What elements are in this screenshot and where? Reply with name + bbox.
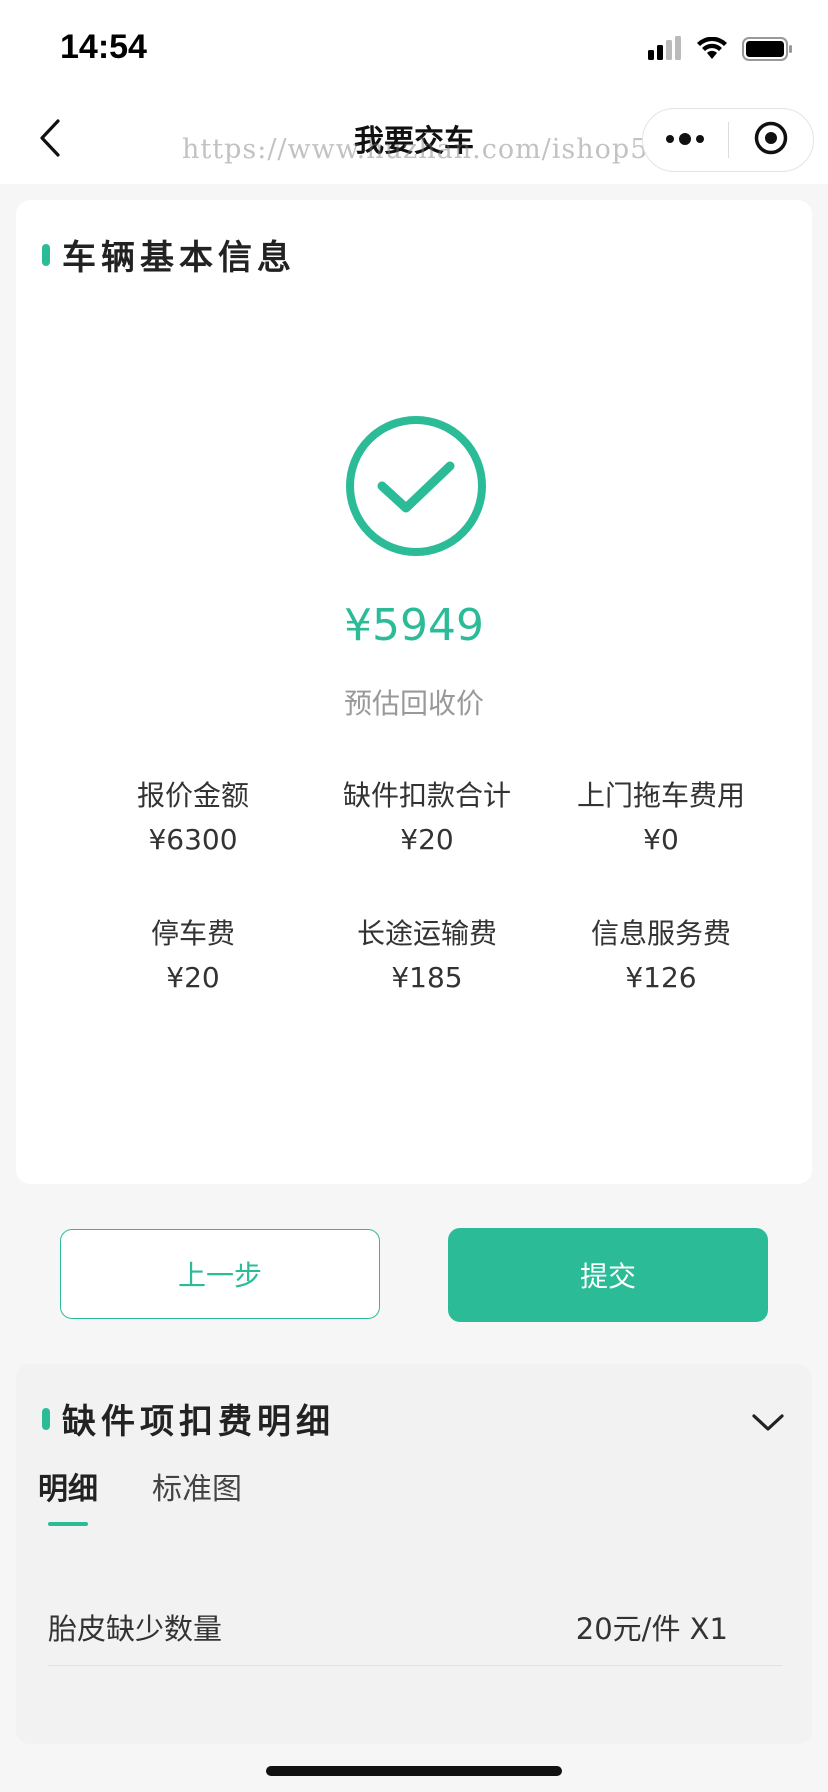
vehicle-info-header: 车辆基本信息 bbox=[42, 230, 296, 279]
status-time: 14:54 bbox=[60, 28, 147, 66]
status-icons bbox=[648, 36, 794, 66]
section-accent-mark bbox=[42, 1407, 50, 1430]
section-title: 车辆基本信息 bbox=[62, 238, 296, 278]
list-item: 胎皮缺少数量 20元/件 X1 bbox=[48, 1594, 782, 1666]
fee-item: 长途运输费 ¥185 bbox=[310, 914, 544, 1002]
fee-item: 上门拖车费用 ¥0 bbox=[544, 776, 778, 864]
fee-item: 缺件扣款合计 ¥20 bbox=[310, 776, 544, 864]
expand-toggle[interactable] bbox=[750, 1404, 786, 1440]
fee-label: 上门拖车费用 bbox=[576, 779, 745, 812]
defect-price: 20元/件 X1 bbox=[575, 1611, 728, 1646]
fee-value: ¥20 bbox=[166, 961, 220, 994]
fee-grid: 报价金额 ¥6300 缺件扣款合计 ¥20 上门拖车费用 ¥0 停车费 ¥20 … bbox=[76, 776, 778, 1002]
mini-program-capsule bbox=[642, 108, 814, 172]
fee-label: 停车费 bbox=[150, 917, 235, 950]
target-circle-icon bbox=[753, 120, 789, 160]
battery-icon bbox=[742, 36, 794, 66]
fee-value: ¥6300 bbox=[148, 823, 238, 856]
fee-label: 报价金额 bbox=[136, 779, 249, 812]
fee-item: 信息服务费 ¥126 bbox=[544, 914, 778, 1002]
nav-bar: 我要交车 https://www.huzhan.com/ishop50509 bbox=[0, 96, 828, 184]
status-bar: 14:54 bbox=[0, 0, 828, 96]
section-accent-mark bbox=[42, 243, 50, 266]
home-indicator bbox=[266, 1766, 562, 1776]
close-mini-program-button[interactable] bbox=[729, 108, 814, 172]
estimated-price: ¥5949 bbox=[344, 600, 484, 651]
fee-value: ¥185 bbox=[391, 961, 463, 994]
chevron-down-icon bbox=[750, 1414, 786, 1444]
fee-item: 报价金额 ¥6300 bbox=[76, 776, 310, 864]
more-button[interactable] bbox=[643, 108, 728, 172]
success-check-icon bbox=[344, 414, 488, 558]
fee-label: 长途运输费 bbox=[356, 917, 497, 950]
estimated-price-label: 预估回收价 bbox=[343, 687, 484, 720]
tab-detail[interactable]: 明细 bbox=[38, 1464, 98, 1526]
more-dots-icon bbox=[664, 131, 706, 150]
watermark-text: https://www.huzhan.com/ishop50509 bbox=[182, 134, 722, 165]
defect-tabs: 明细 标准图 bbox=[38, 1464, 242, 1526]
cellular-signal-icon bbox=[648, 36, 682, 66]
fee-value: ¥126 bbox=[625, 961, 697, 994]
fee-label: 缺件扣款合计 bbox=[342, 779, 511, 812]
defect-name: 胎皮缺少数量 bbox=[48, 1611, 223, 1646]
fee-value: ¥0 bbox=[643, 823, 679, 856]
section-title: 缺件项扣费明细 bbox=[62, 1402, 335, 1442]
fee-label: 信息服务费 bbox=[590, 917, 731, 950]
page: 14:54 我要交车 https://www.huzhan.com/ishop5… bbox=[0, 0, 828, 1792]
fee-item: 停车费 ¥20 bbox=[76, 914, 310, 1002]
previous-step-button[interactable]: 上一步 bbox=[60, 1229, 380, 1319]
fee-value: ¥20 bbox=[400, 823, 454, 856]
defect-section-header: 缺件项扣费明细 bbox=[42, 1394, 335, 1443]
submit-button[interactable]: 提交 bbox=[448, 1228, 768, 1322]
vehicle-info-card: 车辆基本信息 ¥5949 预估回收价 报价金额 ¥6300 缺件扣款合计 ¥20… bbox=[16, 200, 812, 1184]
wifi-icon bbox=[696, 36, 728, 65]
tab-standard-image[interactable]: 标准图 bbox=[152, 1464, 242, 1526]
defect-deduction-card: 缺件项扣费明细 明细 标准图 胎皮缺少数量 20元/件 X1 bbox=[16, 1364, 812, 1744]
